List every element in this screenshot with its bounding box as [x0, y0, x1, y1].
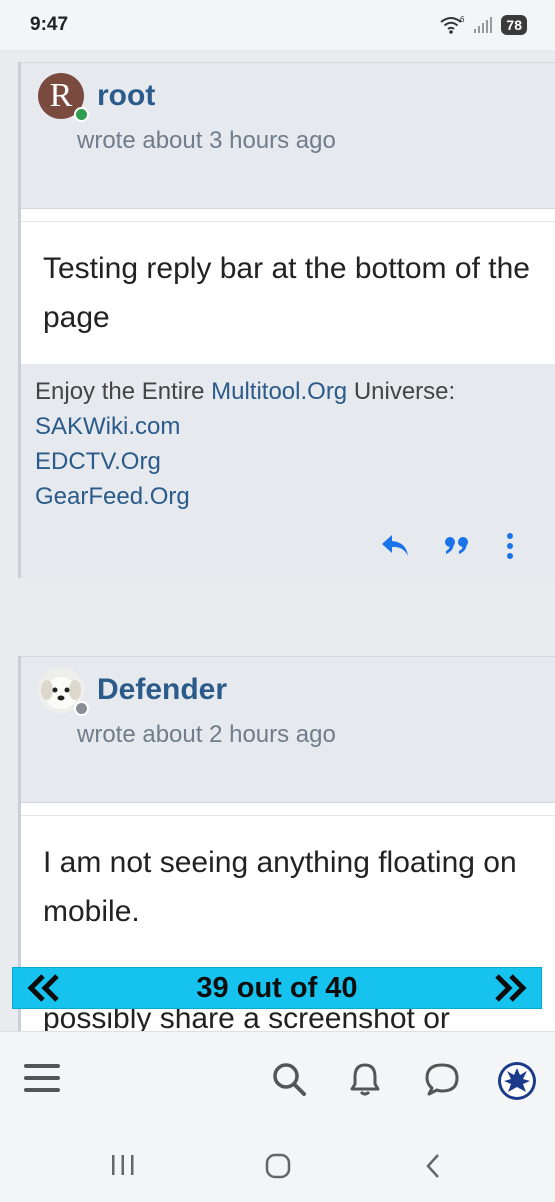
post-header: R root wrote about 3 hours ago [21, 62, 555, 209]
post-author[interactable]: root [97, 79, 155, 113]
next-page-icon[interactable] [493, 974, 527, 1002]
post-body: Testing reply bar at the bottom of the p… [43, 252, 530, 334]
post-signature: Enjoy the Entire Multitool.Org Universe:… [21, 364, 555, 578]
bell-icon[interactable] [350, 1062, 380, 1096]
home-icon[interactable] [265, 1153, 291, 1179]
post-header: Defender wrote about 2 hours ago [21, 656, 555, 803]
post-author[interactable]: Defender [97, 673, 227, 707]
status-icons: 6 78 [439, 15, 527, 35]
post-timestamp[interactable]: wrote about 2 hours ago [77, 721, 336, 749]
recent-apps-icon[interactable] [110, 1154, 136, 1176]
signal-icon [474, 17, 493, 33]
pagination-bar: 39 out of 40 [12, 967, 542, 1009]
bottom-toolbar [0, 1031, 555, 1128]
wifi-icon: 6 [440, 15, 465, 34]
page-indicator[interactable]: 39 out of 40 [196, 972, 357, 1005]
user-avatar[interactable] [497, 1061, 537, 1101]
post-timestamp[interactable]: wrote about 3 hours ago [77, 127, 336, 155]
reply-icon[interactable] [379, 532, 411, 560]
sakwiki-link[interactable]: SAKWiki.com [35, 409, 541, 444]
previous-page-icon[interactable] [27, 974, 61, 1002]
more-options-icon[interactable] [505, 532, 515, 560]
multitool-link[interactable]: Multitool.Org [211, 378, 347, 405]
signature-intro: Enjoy the Entire Multitool.Org Universe: [35, 378, 456, 405]
status-time: 9:47 [30, 14, 69, 35]
back-icon[interactable] [424, 1153, 442, 1179]
chat-icon[interactable] [424, 1062, 460, 1096]
gearfeed-link[interactable]: GearFeed.Org [35, 479, 541, 514]
system-navigation-bar [0, 1127, 555, 1202]
hamburger-icon[interactable] [24, 1062, 60, 1094]
wifi-generation-label: 6 [460, 15, 465, 24]
status-bar: 9:47 6 78 [0, 0, 555, 50]
battery-indicator: 78 [501, 15, 527, 35]
search-icon[interactable] [272, 1062, 306, 1096]
quote-icon[interactable] [443, 534, 473, 558]
edctv-link[interactable]: EDCTV.Org [35, 444, 541, 479]
online-status-dot [74, 107, 89, 122]
post-body-text: I am not seeing anything floating on mob… [43, 846, 517, 928]
post-root: R root wrote about 3 hours ago Testing r… [18, 62, 555, 578]
post-actions [35, 514, 541, 578]
online-status-dot [74, 701, 89, 716]
